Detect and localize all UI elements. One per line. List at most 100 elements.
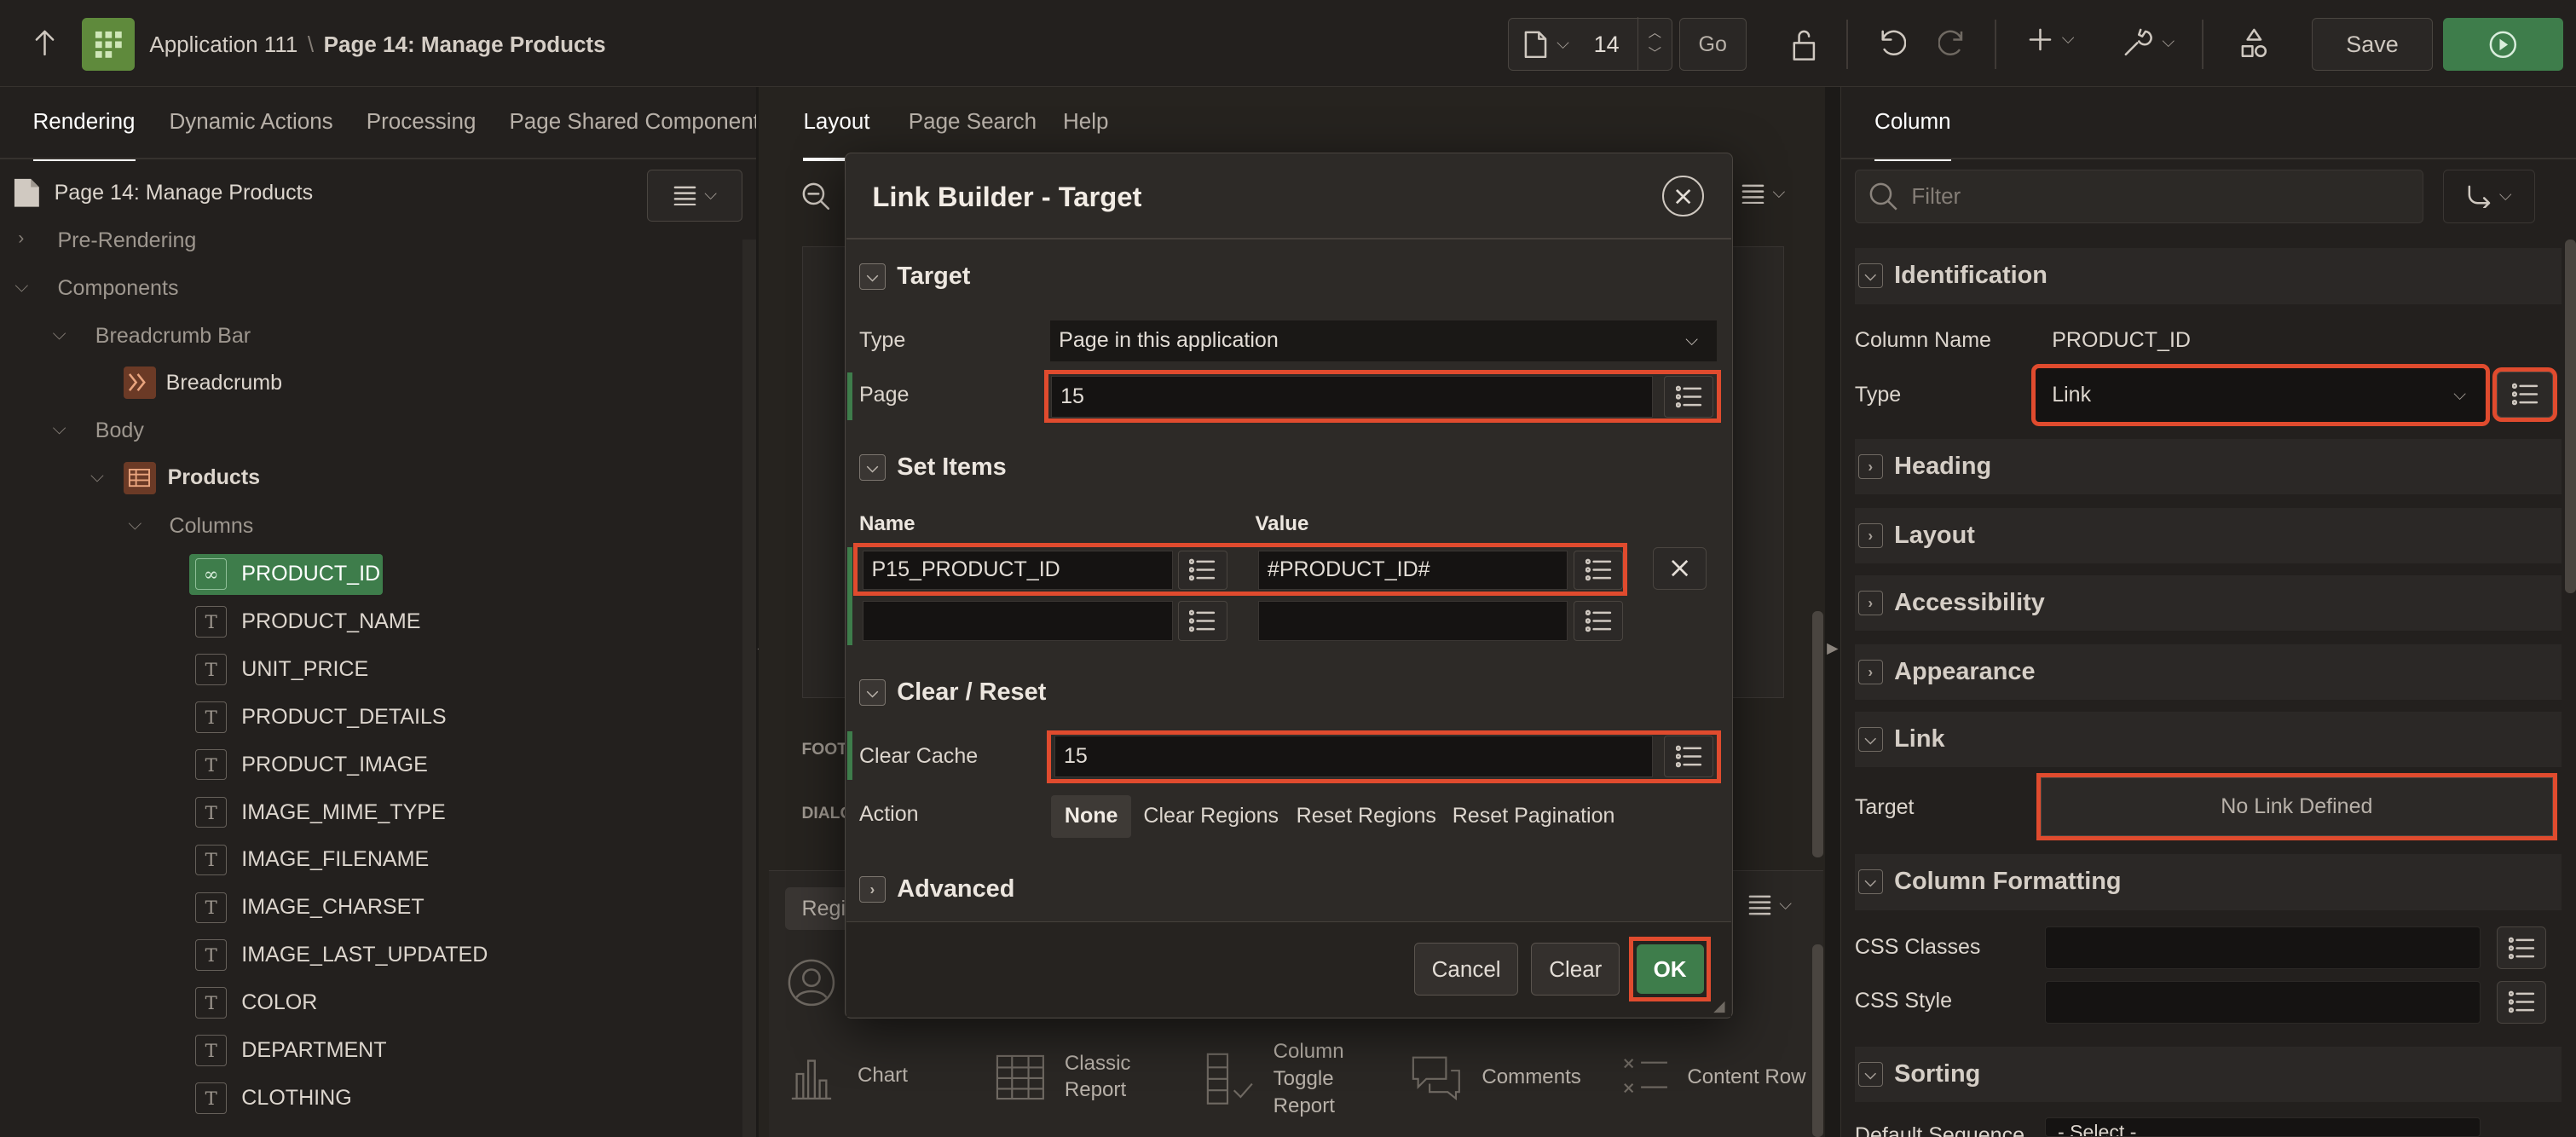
remove-item-button[interactable]	[1652, 546, 1707, 590]
css-classes-input[interactable]	[2045, 926, 2481, 970]
tab-page-search[interactable]: Page Search	[909, 108, 1037, 135]
right-scrollbar[interactable]	[2564, 240, 2576, 593]
section-heading[interactable]: › Heading	[1854, 438, 2562, 495]
ok-button[interactable]: OK	[1636, 944, 1704, 994]
chevron-down-icon[interactable]: ⌵	[53, 418, 66, 439]
tree-node-components[interactable]: Components	[57, 276, 178, 301]
page-stepper[interactable]: ︿ ﹀	[1637, 17, 1672, 70]
redo-icon[interactable]	[1938, 28, 1968, 58]
tree-node-column[interactable]: T IMAGE_LAST_UPDATED	[195, 939, 488, 972]
chevron-right-icon[interactable]: ›	[18, 228, 24, 249]
lock-icon[interactable]	[1789, 28, 1819, 61]
item-value-list-button[interactable]	[1574, 550, 1624, 590]
zoom-icon[interactable]	[800, 181, 830, 211]
clear-cache-input[interactable]: 15	[1054, 736, 1653, 777]
tree-node-column[interactable]: T COLOR	[195, 987, 317, 1019]
item-value-list-button[interactable]	[1574, 601, 1624, 641]
css-style-input[interactable]	[2045, 980, 2481, 1024]
avatar-icon[interactable]	[787, 958, 836, 1007]
tree-node-column[interactable]: T IMAGE_CHARSET	[195, 892, 425, 924]
save-button[interactable]: Save	[2311, 18, 2434, 71]
gallery-item-classic-report[interactable]: Classic Report	[996, 1051, 1130, 1104]
middle-scrollbar[interactable]	[1811, 610, 1824, 858]
tree-node-column[interactable]: T PRODUCT_IMAGE	[195, 748, 428, 781]
type-list-button[interactable]	[2492, 366, 2557, 422]
section-column-formatting[interactable]: ⌵ Column Formatting	[1854, 854, 2562, 910]
cancel-button[interactable]: Cancel	[1414, 943, 1518, 996]
link-type-select[interactable]: Page in this application ⌵	[1049, 320, 1717, 361]
action-option-clear-regions[interactable]: Clear Regions	[1130, 795, 1292, 838]
clear-cache-list-button[interactable]	[1664, 736, 1714, 777]
utilities-menu-button[interactable]: ⌵	[2123, 28, 2175, 58]
chevron-down-icon[interactable]: ⌵	[14, 276, 28, 297]
layout-menu-button[interactable]: ⌵	[1741, 184, 1785, 204]
action-option-reset-pagination[interactable]: Reset Pagination	[1439, 795, 1628, 838]
section-set-items[interactable]: ⌵ Set Items	[858, 453, 1007, 482]
tab-column[interactable]: Column	[1874, 108, 1952, 162]
gallery-item-chart[interactable]: Chart	[788, 1051, 908, 1100]
shared-components-icon[interactable]	[2239, 28, 2269, 58]
go-button[interactable]: Go	[1678, 18, 1747, 71]
go-to-group-button[interactable]: ⌵	[2442, 169, 2535, 224]
app-icon[interactable]	[82, 18, 136, 71]
gallery-item-column-toggle-report[interactable]: Column Toggle Report	[1204, 1038, 1346, 1119]
tree-node-columns[interactable]: Columns	[170, 514, 254, 539]
page-list-button[interactable]	[1664, 376, 1714, 418]
section-target[interactable]: ⌵ Target	[858, 263, 970, 291]
run-button[interactable]	[2442, 18, 2563, 71]
undo-icon[interactable]	[1876, 28, 1906, 58]
page-input[interactable]: 15	[1051, 376, 1653, 418]
action-option-reset-regions[interactable]: Reset Regions	[1283, 795, 1449, 838]
item-name-input-empty[interactable]	[862, 601, 1174, 641]
tree-node-column[interactable]: T UNIT_PRICE	[195, 654, 368, 685]
gallery-item-comments[interactable]: Comments	[1410, 1051, 1581, 1104]
gallery-menu-button[interactable]: ⌵	[1748, 895, 1792, 915]
tab-dynamic-actions[interactable]: Dynamic Actions	[170, 108, 333, 135]
tree-node-column[interactable]: T DEPARTMENT	[195, 1035, 387, 1066]
tab-page-shared-components[interactable]: Page Shared Components	[509, 108, 770, 135]
section-advanced[interactable]: › Advanced	[858, 875, 1014, 903]
tree-node-column[interactable]: T PRODUCT_NAME	[195, 606, 420, 638]
gallery-item-content-row[interactable]: Content Row	[1621, 1056, 1806, 1099]
page-number-input[interactable]: 14	[1594, 32, 1620, 58]
tab-processing[interactable]: Processing	[367, 108, 477, 135]
tab-layout[interactable]: Layout	[803, 108, 870, 162]
tab-regions[interactable]: Regi	[785, 886, 852, 930]
section-sorting[interactable]: ⌵ Sorting	[1854, 1046, 2562, 1103]
tree-node-pre-rendering[interactable]: Pre-Rendering	[57, 228, 196, 253]
close-button[interactable]	[1662, 176, 1704, 217]
chevron-down-icon[interactable]: ⌵	[53, 324, 66, 344]
section-layout[interactable]: › Layout	[1854, 507, 2562, 564]
tab-rendering[interactable]: Rendering	[32, 108, 136, 162]
left-scrollbar[interactable]	[742, 240, 756, 1137]
tree-node-breadcrumb[interactable]: Breadcrumb	[123, 366, 282, 400]
chevron-down-icon[interactable]: ⌵	[128, 514, 142, 534]
breadcrumb-app[interactable]: Application 111	[149, 32, 297, 58]
tree-menu-button[interactable]: ⌵	[647, 169, 743, 222]
type-select[interactable]: Link ⌵	[2030, 363, 2490, 427]
tree-node-column[interactable]: ∞ PRODUCT_ID	[195, 558, 380, 590]
default-sequence-select[interactable]: - Select -	[2045, 1117, 2481, 1137]
css-style-list-button[interactable]	[2497, 980, 2547, 1024]
link-target-button[interactable]: No Link Defined	[2036, 772, 2558, 840]
gallery-scrollbar[interactable]	[1811, 944, 1824, 1137]
item-value-input-empty[interactable]	[1258, 601, 1568, 641]
filter-input[interactable]: Filter	[1854, 169, 2423, 224]
section-link[interactable]: ⌵ Link	[1854, 711, 2562, 768]
page-selector[interactable]: ⌵ 14 ︿ ﹀	[1508, 17, 1672, 71]
tree-node-column[interactable]: T PRODUCT_DETAILS	[195, 701, 447, 733]
chevron-down-icon[interactable]: ⌵	[90, 466, 104, 487]
action-option-none[interactable]: None	[1051, 794, 1131, 838]
item-name-input[interactable]: P15_PRODUCT_ID	[862, 550, 1174, 590]
section-accessibility[interactable]: › Accessibility	[1854, 574, 2562, 632]
css-classes-list-button[interactable]	[2497, 926, 2547, 970]
tree-node-breadcrumb-bar[interactable]: Breadcrumb Bar	[95, 324, 251, 349]
item-value-input[interactable]: #PRODUCT_ID#	[1258, 550, 1568, 590]
up-arrow-icon[interactable]	[33, 28, 56, 58]
tab-help[interactable]: Help	[1063, 108, 1108, 135]
tree-node-page[interactable]: Page 14: Manage Products	[13, 177, 313, 209]
right-splitter[interactable]: ▶	[1825, 87, 1840, 1137]
tree-node-column[interactable]: T IMAGE_FILENAME	[195, 844, 429, 876]
resize-handle[interactable]: ◢	[1713, 997, 1724, 1015]
tree-node-column[interactable]: T CLOTHING	[195, 1082, 352, 1114]
